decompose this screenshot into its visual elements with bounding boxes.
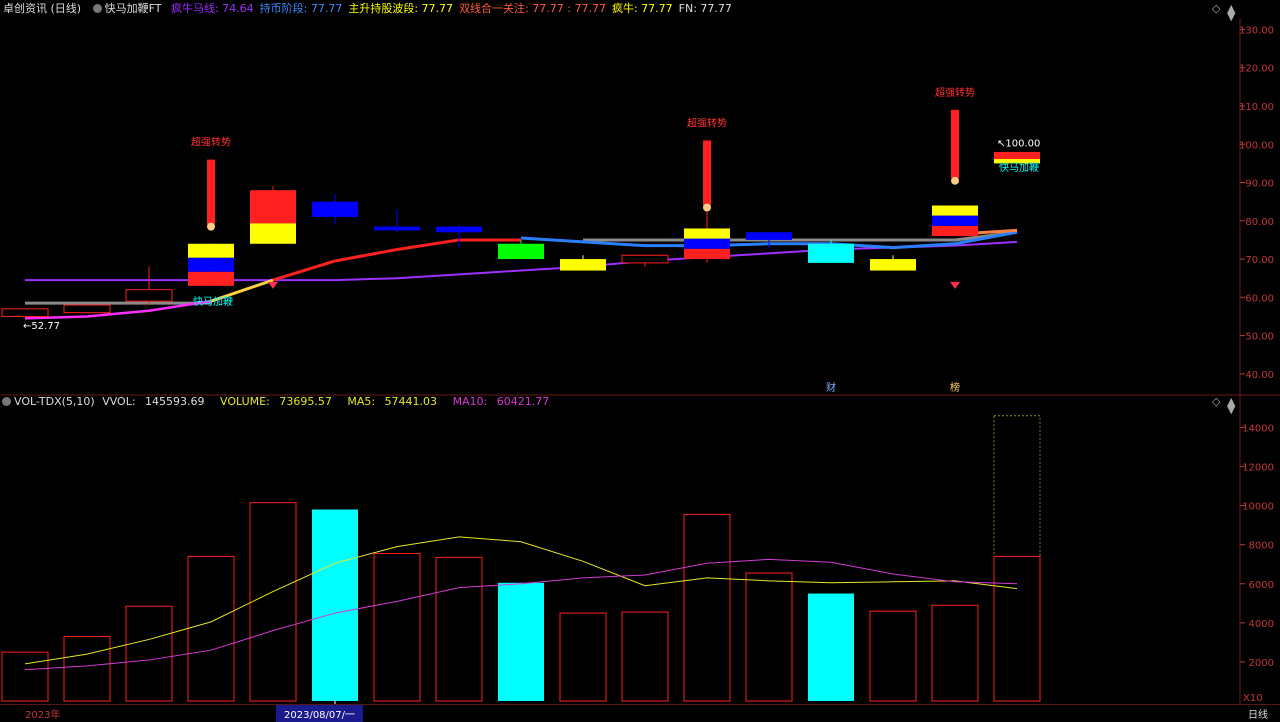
signal-spike	[207, 159, 215, 225]
candle-body	[932, 215, 978, 226]
volume-bar	[993, 555, 1041, 702]
candle-body	[932, 205, 978, 216]
volume-bar	[63, 636, 111, 702]
price-tick-label: 40.00	[1245, 370, 1274, 381]
candle-body	[374, 226, 420, 231]
price-axis: 130.00 120.00 110.00 100.00 90.00 80.00 70.00 6…	[1239, 25, 1274, 380]
volume-bar	[498, 582, 544, 701]
volume-tick-label: 12000	[1242, 463, 1274, 474]
candle-body	[312, 201, 358, 217]
main-rise-line	[396, 238, 460, 251]
candle-body	[994, 151, 1040, 160]
price-tick-label: 110.00	[1239, 102, 1274, 113]
price-tick-label: 70.00	[1245, 255, 1274, 266]
candle-body	[684, 248, 730, 260]
price-tick-label: 90.00	[1245, 179, 1274, 190]
candle-body	[684, 228, 730, 239]
candle-body	[684, 238, 730, 249]
candle-body	[63, 304, 111, 314]
event-marker: 财	[826, 381, 836, 394]
candlesticks	[1, 151, 1040, 317]
volume-bar	[683, 513, 731, 702]
price-tick-label: 130.00	[1239, 25, 1274, 36]
volume-tick-label: 10000	[1242, 502, 1274, 513]
cursor-date-label: 2023/08/07/一	[276, 705, 364, 722]
x-axis-start-label: 2023年	[25, 710, 61, 721]
main-rise-line	[272, 259, 336, 282]
volume-bar	[808, 593, 854, 701]
volume-bar	[312, 509, 358, 701]
strong-reversal-label: 超强转势	[191, 136, 231, 149]
volume-bar	[435, 556, 483, 702]
vvol-bar	[993, 415, 1041, 702]
gem-icon	[268, 281, 278, 289]
stock-chart[interactable]: 130.00 120.00 110.00 100.00 90.00 80.00 70.00 6…	[0, 0, 1280, 720]
candle-body	[746, 232, 792, 240]
price-label: ←52.77	[23, 321, 60, 332]
candle-body	[870, 259, 916, 271]
candle-body	[250, 190, 296, 224]
volume-bar	[373, 552, 421, 702]
price-tick-label: 120.00	[1239, 64, 1274, 75]
volume-bar	[559, 612, 607, 702]
volume-tick-label: 6000	[1249, 580, 1274, 591]
price-tick-label: 80.00	[1245, 217, 1274, 228]
candle-body	[188, 243, 234, 258]
candle-body	[1, 308, 49, 317]
candle-body	[932, 225, 978, 237]
strong-reversal-label: 超强转势	[687, 116, 727, 129]
volume-unit-label: X10	[1243, 693, 1263, 704]
candle-body	[188, 271, 234, 286]
price-label: ↖100.00	[997, 138, 1040, 149]
price-tick-label: 60.00	[1245, 293, 1274, 304]
volume-bar	[187, 555, 235, 702]
volume-bar	[125, 605, 173, 702]
gem-icon	[950, 281, 960, 289]
signal-marker	[703, 203, 711, 212]
main-rise-line	[334, 248, 398, 263]
volume-bar	[1, 651, 49, 702]
candle-body	[250, 223, 296, 244]
volume-tick-label: 8000	[1249, 541, 1274, 552]
speed-up-label: 快马加鞭	[999, 161, 1039, 174]
price-tick-label: 50.00	[1245, 332, 1274, 343]
candle-body	[436, 226, 482, 233]
candle-body	[188, 257, 234, 272]
volume-tick-label: 14000	[1242, 423, 1274, 434]
volume-bar	[745, 572, 793, 702]
volume-bar	[621, 611, 669, 702]
volume-bar	[249, 502, 297, 702]
volume-bar	[869, 610, 917, 702]
signal-spike	[951, 109, 959, 179]
signal-marker	[207, 222, 215, 231]
event-marker: 榜	[950, 381, 960, 394]
volume-axis: 14000 12000 10000 8000 6000 4000 2000 X10	[1240, 423, 1274, 704]
strong-reversal-label: 超强转势	[935, 86, 975, 99]
signal-marker	[951, 176, 959, 185]
volume-bar	[931, 604, 979, 702]
candle-body	[808, 243, 854, 263]
volume-tick-label: 4000	[1249, 619, 1274, 630]
candle-body	[621, 254, 669, 264]
speed-up-label: 快马加鞭	[193, 295, 233, 308]
signal-spike	[703, 140, 711, 206]
price-tick-label: 100.00	[1239, 140, 1274, 151]
candle-body	[560, 259, 606, 271]
period-label[interactable]: 日线	[1248, 706, 1268, 721]
candle-body	[125, 289, 173, 302]
x-axis-bar: 2023年 2023/08/07/一 日线	[0, 704, 1280, 722]
candle-body	[498, 243, 544, 260]
volume-tick-label: 2000	[1249, 658, 1274, 669]
